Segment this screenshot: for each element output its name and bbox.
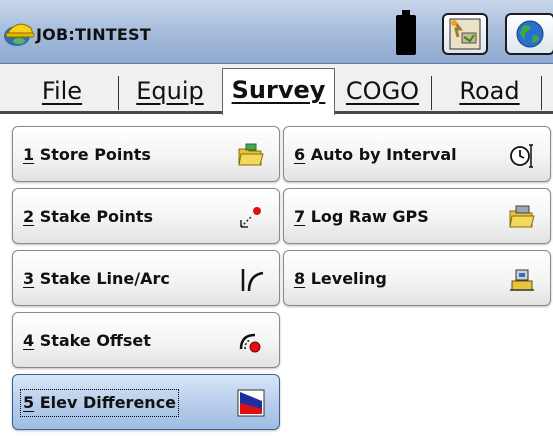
stake-points-button[interactable]: 2 Stake Points: [12, 188, 280, 244]
stake-offset-button[interactable]: 4 Stake Offset: [12, 312, 280, 368]
survey-menu-panel: 1 Store Points 2 Stake Points 3 Stake Li…: [0, 117, 553, 436]
button-label: 8 Leveling: [294, 269, 387, 288]
tab-cogo[interactable]: COGO: [337, 70, 428, 112]
tab-separator: [118, 76, 119, 110]
tab-survey[interactable]: Survey: [222, 68, 335, 115]
stake-offset-icon: [239, 333, 261, 353]
store-points-button[interactable]: 1 Store Points: [12, 126, 280, 182]
instrument-status-button[interactable]: [442, 13, 488, 55]
tab-file[interactable]: File: [30, 70, 94, 112]
battery-icon: [396, 10, 416, 55]
elev-difference-button[interactable]: 5 Elev Difference: [12, 374, 280, 430]
button-label: 2 Stake Points: [23, 207, 154, 226]
tab-separator: [541, 76, 542, 110]
leveling-icon: [510, 269, 534, 291]
hardhat-logo-icon: [4, 23, 35, 46]
stake-line-arc-button[interactable]: 3 Stake Line/Arc: [12, 250, 280, 306]
button-label: 6 Auto by Interval: [294, 145, 457, 164]
store-points-folder-icon: [238, 143, 264, 166]
button-label: 1 Store Points: [23, 145, 151, 164]
button-label: 7 Log Raw GPS: [294, 207, 429, 226]
menu-tab-bar: File Equip Survey COGO Road: [0, 64, 553, 115]
job-title: JOB:TINTEST: [36, 25, 151, 44]
stake-line-arc-icon: [241, 269, 264, 292]
button-label: 4 Stake Offset: [23, 331, 151, 350]
button-label: 5 Elev Difference: [19, 389, 180, 417]
tab-separator: [431, 76, 432, 110]
log-raw-gps-button[interactable]: 7 Log Raw GPS: [283, 188, 551, 244]
button-label: 3 Stake Line/Arc: [23, 269, 170, 288]
instrument-status-icon: [449, 18, 481, 50]
tab-equip[interactable]: Equip: [125, 70, 215, 112]
tab-road[interactable]: Road: [442, 70, 537, 112]
elev-difference-icon: [237, 389, 265, 417]
gps-globe-button[interactable]: [505, 13, 553, 55]
leveling-button[interactable]: 8 Leveling: [283, 250, 551, 306]
stake-points-icon: [240, 207, 261, 228]
log-raw-gps-icon: [509, 205, 535, 228]
globe-icon: [516, 20, 544, 48]
title-bar: JOB:TINTEST: [0, 0, 553, 64]
auto-interval-clock-icon: [510, 144, 533, 168]
auto-by-interval-button[interactable]: 6 Auto by Interval: [283, 126, 551, 182]
